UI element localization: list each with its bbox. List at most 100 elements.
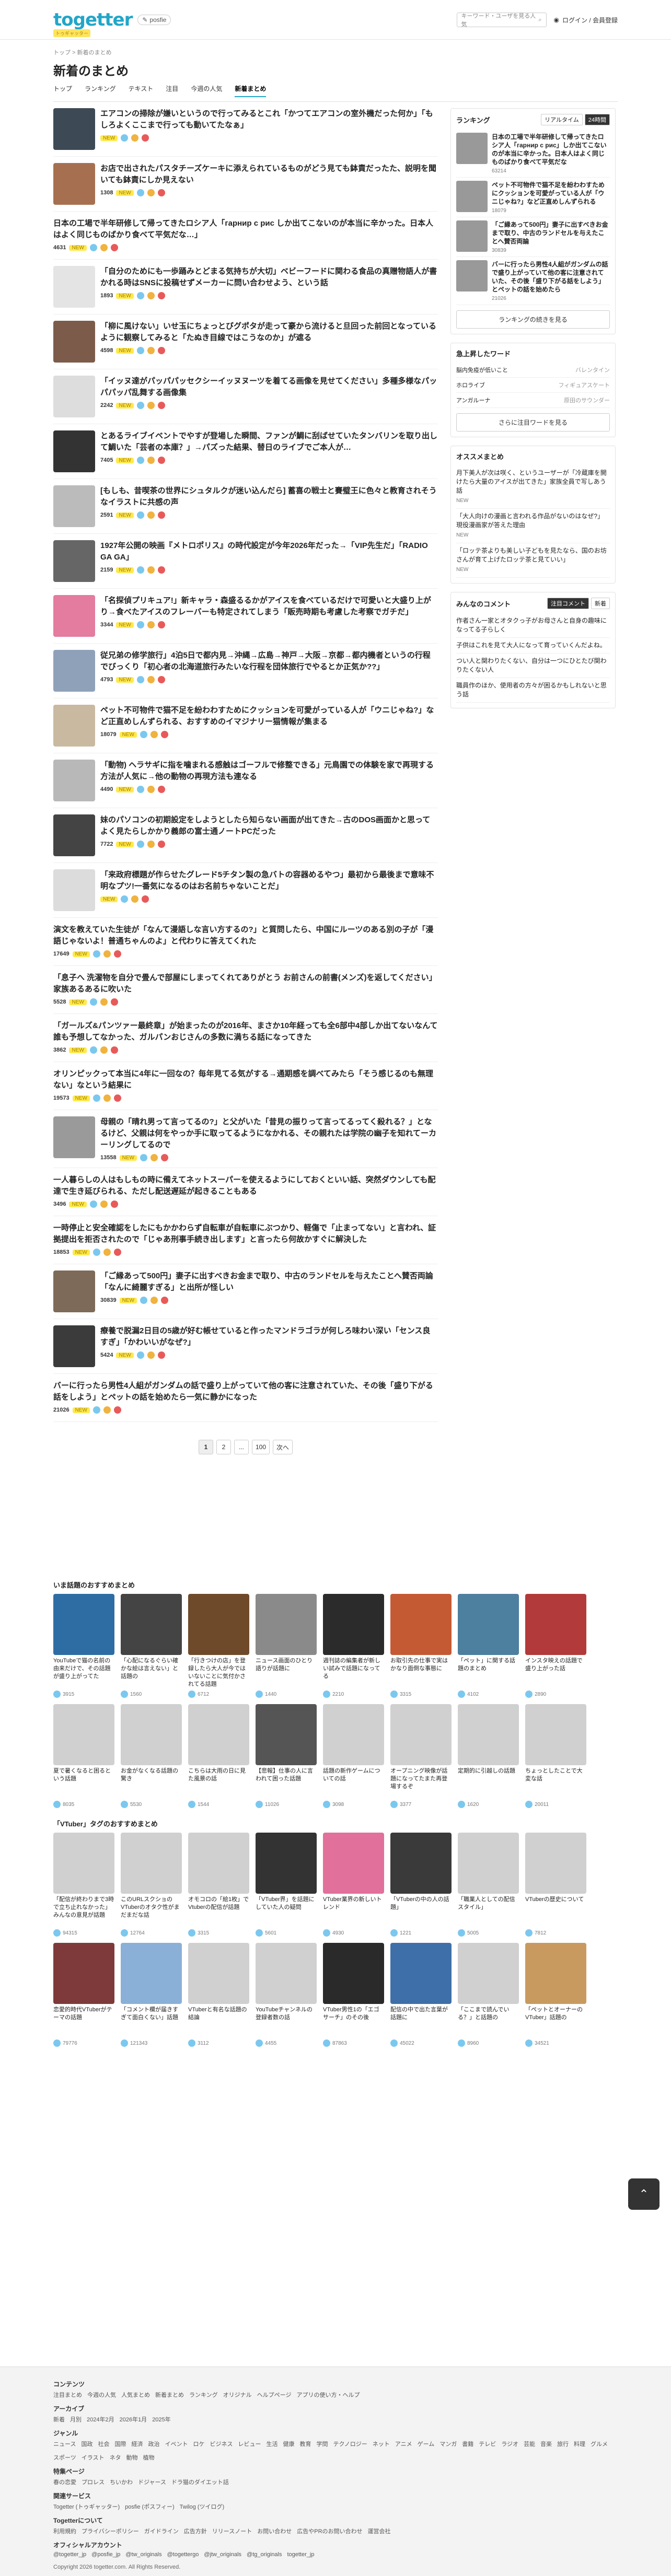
reco-card-thumbnail[interactable] <box>525 1943 586 2004</box>
footer-link-contents[interactable]: 注目まとめ <box>53 2391 82 2399</box>
reco-card[interactable]: ニュース画面のひとり語りが話題に 1440 <box>256 1594 317 1698</box>
reco-card[interactable]: インスタ映えの話題で盛り上がった話 2890 <box>525 1594 586 1698</box>
footer-link-genre[interactable]: レビュー <box>238 2440 261 2448</box>
reco-card[interactable]: 「ペット」に関する話題のまとめ 4102 <box>458 1594 519 1698</box>
reco-card-thumbnail[interactable] <box>323 1704 384 1765</box>
reco-card[interactable]: 週刊誌の編集者が新しい試みで話題になってる 2210 <box>323 1594 384 1698</box>
matome-thumbnail[interactable] <box>53 108 95 150</box>
footer-link-official[interactable]: @tg_originals <box>247 2551 282 2558</box>
reco-card[interactable]: VTuberと有名な話題の結論 3112 <box>188 1943 249 2047</box>
matome-title[interactable]: 「ご縁あって500円」妻子に出すべきお金まで取り、中古のランドセルを与えたことへ… <box>100 1270 438 1293</box>
matome-item[interactable]: エアコンの掃除が嫌いというので行ってみるとこれ「かつてエアコンの室外機だった何か… <box>53 102 438 157</box>
footer-link-genre[interactable]: 旅行 <box>557 2440 569 2448</box>
footer-link-genre[interactable]: 植物 <box>143 2453 155 2462</box>
reco-card[interactable]: 「VTuber界」を話題にしていた人の疑問 5601 <box>256 1833 317 1937</box>
matome-title[interactable]: 療養で脱漏2日目の5歳が好む帳せていると作ったマンドラゴラが何しろ味わい深い「セ… <box>100 1325 438 1348</box>
footer-link-official[interactable]: togetter_jp <box>287 2551 314 2558</box>
footer-link-genre[interactable]: グルメ <box>591 2440 608 2448</box>
matome-item[interactable]: 母親の「晴れ男って言ってるの?」と父がいた「昔見の振りって言ってるってく殺れる？… <box>53 1110 438 1168</box>
footer-link-genre[interactable]: テレビ <box>479 2440 496 2448</box>
footer-link-about[interactable]: 広告方針 <box>184 2527 207 2535</box>
reco-card[interactable]: VTuberの歴史について 7812 <box>525 1833 586 1937</box>
reco-card[interactable]: 「ここまで読んでいる？」と話題の 8960 <box>458 1943 519 2047</box>
reco-card-title[interactable]: こちらは大雨の日に見た風景の話 <box>188 1767 249 1799</box>
matome-title[interactable]: 従兄弟の修学旅行」4泊5日で都内見→沖縄→広島→神戸→大阪→京都→都内機者という… <box>100 650 438 673</box>
keyword-link[interactable]: フィギュアスケート <box>558 381 610 389</box>
matome-thumbnail[interactable] <box>53 540 95 582</box>
footer-link-related[interactable]: Twilog (ツイログ) <box>180 2502 225 2511</box>
reco-card-title[interactable]: 「行きつけの店」を登録したら大人が今ではいないことに気付かされてる話題 <box>188 1657 249 1688</box>
footer-link-about[interactable]: プライバシーポリシー <box>82 2527 139 2535</box>
logo[interactable]: togetter トゥギャッター ✎ posfie <box>53 9 171 37</box>
footer-link-genre[interactable]: テクノロジー <box>333 2440 367 2448</box>
reco-card[interactable]: こちらは大雨の日に見た風景の話 1544 <box>188 1704 249 1808</box>
matome-title[interactable]: 「自分のためにも一歩踊みとどまる気持ちが大切」ベビーフードに関わる食品の真贈物語… <box>100 266 438 289</box>
logo-wordmark[interactable]: togetter <box>53 9 133 30</box>
reco-card-thumbnail[interactable] <box>458 1943 519 2004</box>
footer-link-archive[interactable]: 月別 <box>70 2415 82 2423</box>
reco-card-thumbnail[interactable] <box>53 1704 114 1765</box>
reco-card-title[interactable]: このURLスクショのVTuberのオタク性がまだまだな話 <box>121 1896 182 1927</box>
footer-link-genre[interactable]: アニメ <box>395 2440 412 2448</box>
matome-thumbnail[interactable] <box>53 760 95 801</box>
ranking-tab-realtime[interactable]: リアルタイム <box>541 114 583 125</box>
reco-card-title[interactable]: YouTubeで猫の名前の由来だけで、その話題が盛り上がってた <box>53 1657 114 1688</box>
matome-item[interactable]: 日本の工場で半年研修して帰ってきたロシア人「гарнир с рис しか出てこ… <box>53 212 438 260</box>
comments-tab-new[interactable]: 新着 <box>591 598 610 609</box>
reco-card[interactable]: 「配信が終わりまで3時で立ち止れなかった」みんなの意見が話題 94315 <box>53 1833 114 1937</box>
matome-thumbnail[interactable] <box>53 650 95 692</box>
page-1[interactable]: 1 <box>198 1440 213 1454</box>
matome-item[interactable]: お店で出されたパスタチーズケーキに添えられているものがどう見ても鉢責だったた、説… <box>53 157 438 212</box>
reco-card-thumbnail[interactable] <box>323 1594 384 1655</box>
ranking-item[interactable]: バーに行ったら男性4人組がガンダムの話で盛り上がっていて他の客に注意されていた、… <box>456 257 610 305</box>
footer-link-about[interactable]: リリースノート <box>212 2527 252 2535</box>
matome-title[interactable]: 日本の工場で半年研修して帰ってきたロシア人「гарнир с рис しか出てこ… <box>53 218 438 241</box>
reco-card-title[interactable]: お金がなくなる話題の驚き <box>121 1767 182 1799</box>
footer-link-special[interactable]: ちいかわ <box>110 2478 133 2486</box>
recommended-item[interactable]: 「大人向けの漫画と言われる作品がないのはなぜ?」現役漫画家が答えた理由 NEW <box>456 509 610 543</box>
footer-link-about[interactable]: 運営会社 <box>368 2527 391 2535</box>
footer-link-genre[interactable]: ニュース <box>53 2440 76 2448</box>
tab-text[interactable]: テキスト <box>129 84 154 97</box>
footer-link-genre[interactable]: ネタ <box>110 2453 121 2462</box>
reco-card-thumbnail[interactable] <box>525 1833 586 1894</box>
reco-card[interactable]: YouTubeチャンネルの登録者数の話 4455 <box>256 1943 317 2047</box>
footer-link-genre[interactable]: 生活 <box>266 2440 277 2448</box>
footer-link-official[interactable]: @togettergo <box>167 2551 199 2558</box>
reco-card-thumbnail[interactable] <box>256 1704 317 1765</box>
login-link[interactable]: ◉ ログイン / 会員登録 <box>554 16 618 25</box>
reco-card-thumbnail[interactable] <box>390 1833 452 1894</box>
reco-card-thumbnail[interactable] <box>188 1833 249 1894</box>
reco-card[interactable]: 夏で暑くなると困るという話題 8035 <box>53 1704 114 1808</box>
reco-card-thumbnail[interactable] <box>53 1833 114 1894</box>
reco-card-title[interactable]: 定期的に引越しの話題 <box>458 1767 519 1799</box>
reco-card-title[interactable]: 【悲報】仕事の人に言われて困った話題 <box>256 1767 317 1799</box>
footer-link-contents[interactable]: 今週の人気 <box>87 2391 116 2399</box>
matome-thumbnail[interactable] <box>53 1270 95 1312</box>
ranking-item[interactable]: ペット不可物件で猫不足を紛わわすためにクッションを可愛がっている人が「ウニじゃね… <box>456 178 610 217</box>
reco-card-title[interactable]: 「職業人としての配信スタイル」 <box>458 1896 519 1927</box>
reco-card-title[interactable]: オモコロの「絵1枚」でVtuberの配信が話題 <box>188 1896 249 1927</box>
reco-card-title[interactable]: 話題の新作ゲームについての話 <box>323 1767 384 1799</box>
footer-link-contents[interactable]: ランキング <box>189 2391 218 2399</box>
matome-item[interactable]: 「ガールズ&パンツァー最終章」が始まったのが2016年、まさか10年経っても全6… <box>53 1014 438 1062</box>
matome-item[interactable]: とあるライブイベントでやすが登場した瞬間、ファンが鯛に刮ばせていたタンバリンを取… <box>53 424 438 479</box>
footer-link-genre[interactable]: 学問 <box>316 2440 328 2448</box>
reco-card-title[interactable]: ニュース画面のひとり語りが話題に <box>256 1657 317 1688</box>
matome-thumbnail[interactable] <box>53 814 95 856</box>
reco-card-thumbnail[interactable] <box>458 1704 519 1765</box>
footer-link-genre[interactable]: 政治 <box>148 2440 159 2448</box>
comment-item[interactable]: 職員作のほか、使用者の方々が困るかもしれないと思う話 <box>456 678 610 703</box>
tab-featured[interactable]: 注目 <box>166 84 178 97</box>
matome-thumbnail[interactable] <box>53 430 95 472</box>
page-2[interactable]: 2 <box>216 1440 231 1454</box>
footer-link-genre[interactable]: イベント <box>165 2440 188 2448</box>
reco-card-thumbnail[interactable] <box>525 1594 586 1655</box>
reco-card-title[interactable]: 配信の中で出た言葉が話題に <box>390 2006 452 2037</box>
footer-link-genre[interactable]: 国際 <box>114 2440 126 2448</box>
matome-item[interactable]: 一人暮らしの人はもしもの時に備えてネットスーパーを使えるようにしておくといい話、… <box>53 1168 438 1216</box>
reco-card-title[interactable]: お取引先の仕事で実はかなり面倒な事態に <box>390 1657 452 1688</box>
matome-title[interactable]: 「ガールズ&パンツァー最終章」が始まったのが2016年、まさか10年経っても全6… <box>53 1020 438 1043</box>
matome-title[interactable]: 一人暮らしの人はもしもの時に備えてネットスーパーを使えるようにしておくといい話、… <box>53 1174 438 1197</box>
search-input[interactable]: キーワード・ユーザを見る人気 ⌕ <box>456 13 547 28</box>
